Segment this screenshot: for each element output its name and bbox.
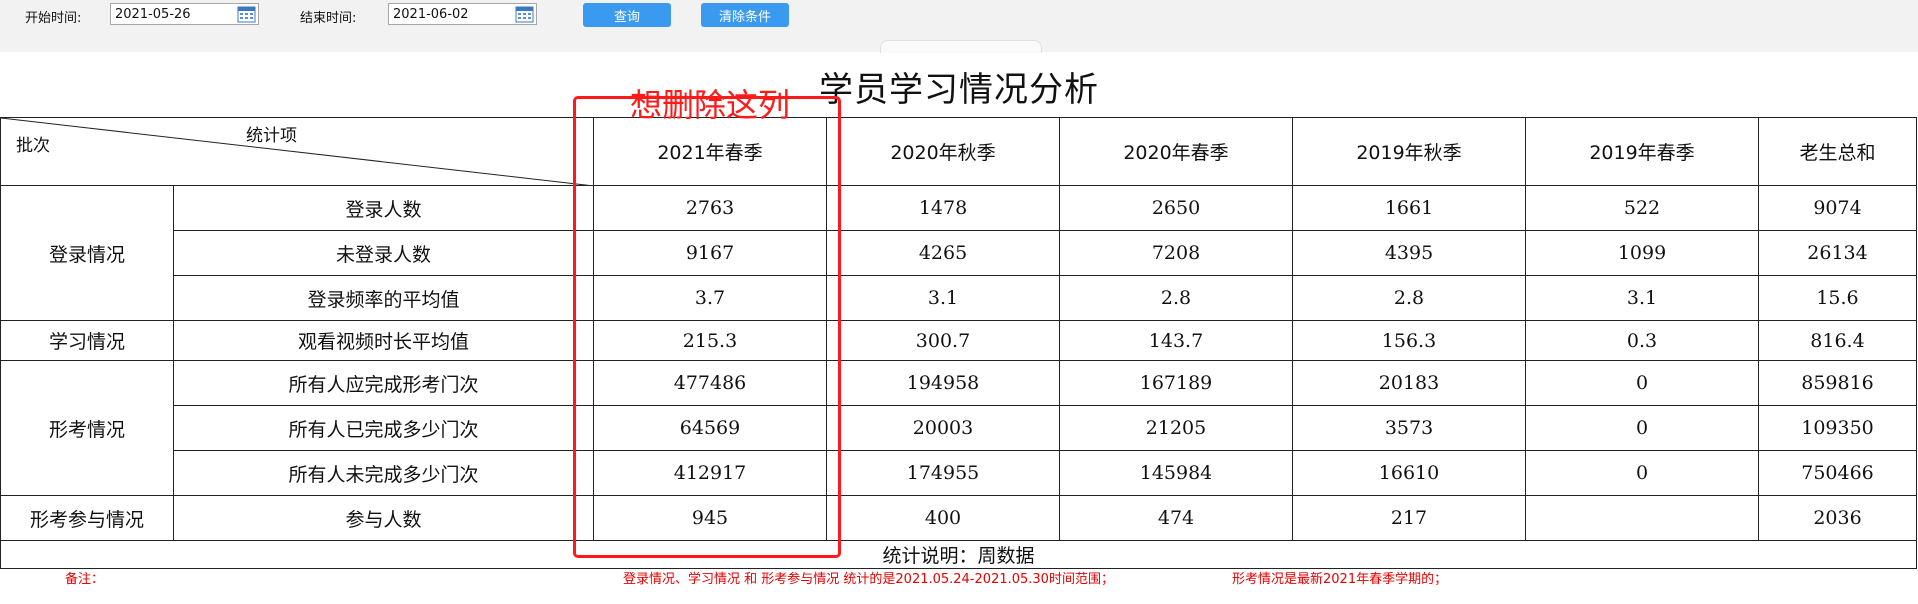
- end-date-field[interactable]: [388, 3, 537, 25]
- group-label-study: 学习情况: [0, 320, 174, 361]
- calendar-icon[interactable]: [236, 4, 258, 24]
- start-date-field[interactable]: [110, 3, 259, 25]
- table-cell: 0: [1525, 450, 1759, 496]
- table-row: 登录频率的平均值 3.7 3.1 2.8 2.8 3.1 15.6: [1, 275, 1917, 321]
- table-cell: 174955: [826, 450, 1060, 496]
- table-row: 形考情况 所有人应完成形考门次 477486 194958 167189 201…: [0, 360, 1917, 496]
- remark-text-1: 登录情况、学习情况 和 形考参与情况 统计的是2021.05.24-2021.0…: [623, 572, 1114, 587]
- table-cell: 3573: [1292, 405, 1526, 451]
- column-header: 2019年春季: [1525, 117, 1759, 186]
- table-cell: 750466: [1758, 450, 1917, 496]
- query-button[interactable]: 查询: [583, 3, 671, 27]
- table-cell: 145984: [1059, 450, 1293, 496]
- table-cell: 4395: [1292, 230, 1526, 276]
- table-row: 学习情况 观看视频时长平均值 215.3 300.7 143.7 156.3 0…: [0, 320, 1917, 361]
- row-label: 所有人已完成多少门次: [173, 405, 594, 451]
- table-cell: 816.4: [1758, 320, 1917, 361]
- table-cell: 9074: [1758, 185, 1917, 231]
- table-cell: 2.8: [1292, 275, 1526, 321]
- column-header: 老生总和: [1758, 117, 1917, 186]
- end-date-label: 结束时间:: [300, 11, 357, 26]
- table-cell: 300.7: [826, 320, 1060, 361]
- table-cell: 167189: [1059, 360, 1293, 406]
- table-cell: 1099: [1525, 230, 1759, 276]
- corner-header-cell: 统计项 批次: [0, 117, 594, 186]
- remark-text-2: 形考情况是最新2021年春季学期的；: [1232, 572, 1448, 587]
- table-cell: 4265: [826, 230, 1060, 276]
- table-cell: 21205: [1059, 405, 1293, 451]
- column-header: 2020年秋季: [826, 117, 1060, 186]
- table-row: 未登录人数 9167 4265 7208 4395 1099 26134: [1, 230, 1917, 276]
- report-title: 学员学习情况分析: [819, 70, 1099, 110]
- annotation-text: 想删除这列: [630, 86, 791, 124]
- table-cell: 1661: [1292, 185, 1526, 231]
- table-cell: 20003: [826, 405, 1060, 451]
- table-cell: 194958: [826, 360, 1060, 406]
- corner-stat-item-label: 统计项: [246, 126, 297, 146]
- row-label: 观看视频时长平均值: [173, 320, 594, 361]
- table-cell: 143.7: [1059, 320, 1293, 361]
- column-header: 2019年秋季: [1292, 117, 1526, 186]
- table-cell: 15.6: [1758, 275, 1917, 321]
- filter-bar: 开始时间: 结束时间:: [0, 0, 1918, 53]
- header-row: 统计项 批次 2021年春季 2020年秋季 2020年春季 2019年秋季 2…: [0, 117, 1917, 186]
- row-label: 登录频率的平均值: [173, 275, 594, 321]
- group-label-exam: 形考情况: [0, 360, 174, 496]
- corner-batch-label: 批次: [16, 136, 50, 156]
- table-cell: 0.3: [1525, 320, 1759, 361]
- table-cell: 3.1: [1525, 275, 1759, 321]
- table-cell: 7208: [1059, 230, 1293, 276]
- table-cell: 0: [1525, 360, 1759, 406]
- stat-note-row: 统计说明：周数据: [0, 540, 1917, 569]
- table-cell: 16610: [1292, 450, 1526, 496]
- table-cell: 156.3: [1292, 320, 1526, 361]
- end-date-input[interactable]: [389, 4, 517, 24]
- start-date-label: 开始时间:: [25, 11, 82, 26]
- table-cell: 0: [1525, 405, 1759, 451]
- row-label: 所有人应完成形考门次: [173, 360, 594, 406]
- table-cell: 26134: [1758, 230, 1917, 276]
- row-label: 参与人数: [173, 495, 594, 541]
- group-label-login: 登录情况: [0, 185, 174, 321]
- start-date-input[interactable]: [111, 4, 239, 24]
- table-cell: 474: [1059, 495, 1293, 541]
- table-row: 形考参与情况 参与人数 945 400 474 217 2036: [0, 495, 1917, 541]
- table-cell: 109350: [1758, 405, 1917, 451]
- table-cell: 1478: [826, 185, 1060, 231]
- table-cell: 217: [1292, 495, 1526, 541]
- calendar-icon[interactable]: [514, 4, 536, 24]
- row-label: 登录人数: [173, 185, 594, 231]
- row-label: 所有人未完成多少门次: [173, 450, 594, 496]
- table-cell: 522: [1525, 185, 1759, 231]
- table-cell: 2036: [1758, 495, 1917, 541]
- table-cell: 20183: [1292, 360, 1526, 406]
- table-cell: 2.8: [1059, 275, 1293, 321]
- group-label-exam-participation: 形考参与情况: [0, 495, 174, 541]
- report-table: 统计项 批次 2021年春季 2020年秋季 2020年春季 2019年秋季 2…: [0, 117, 1917, 569]
- stat-note: 统计说明：周数据: [0, 540, 1917, 569]
- collapse-tab[interactable]: [880, 40, 1042, 53]
- remark-label: 备注：: [65, 572, 105, 587]
- diagonal-line: [1, 118, 594, 186]
- table-cell: 859816: [1758, 360, 1917, 406]
- table-row: 所有人已完成多少门次 64569 20003 21205 3573 0 1093…: [1, 405, 1917, 451]
- clear-conditions-button[interactable]: 清除条件: [701, 3, 789, 27]
- row-label: 未登录人数: [173, 230, 594, 276]
- table-cell: [1525, 495, 1759, 541]
- table-row: 登录情况 登录人数 2763 1478 2650 1661 522 9074: [0, 185, 1917, 321]
- annotation-highlight-box: [573, 96, 841, 558]
- column-header: 2020年春季: [1059, 117, 1293, 186]
- table-cell: 2650: [1059, 185, 1293, 231]
- table-cell: 400: [826, 495, 1060, 541]
- table-cell: 3.1: [826, 275, 1060, 321]
- table-row: 所有人未完成多少门次 412917 174955 145984 16610 0 …: [1, 450, 1917, 496]
